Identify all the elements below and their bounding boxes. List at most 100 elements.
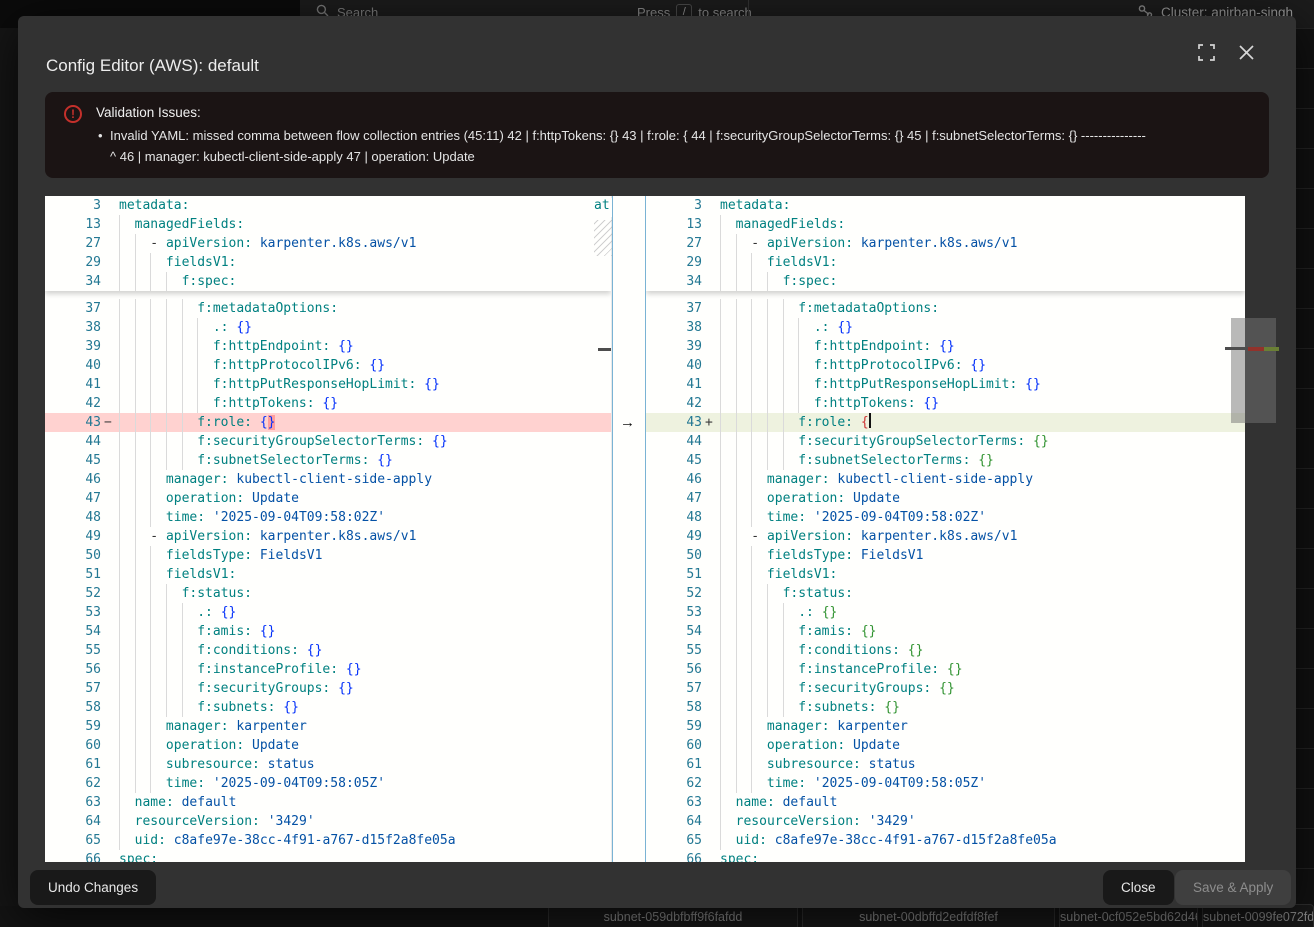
token: time: xyxy=(166,776,213,791)
code-line-47[interactable]: 47operation: Update xyxy=(646,489,1245,508)
code-line-60[interactable]: 60operation: Update xyxy=(646,736,1245,755)
code-line-40[interactable]: 40f:httpProtocolIPv6: {} xyxy=(646,356,1245,375)
token: f:subnets: xyxy=(197,700,283,715)
code-line-47[interactable]: 47operation: Update xyxy=(45,489,611,508)
code-line-46[interactable]: 46manager: kubectl-client-side-apply xyxy=(45,470,611,489)
diff-pane-modified[interactable]: 3metadata:13managedFields:27- apiVersion… xyxy=(646,196,1245,862)
code-line-55[interactable]: 55f:conditions: {} xyxy=(646,641,1245,660)
code-line-66[interactable]: 66spec: xyxy=(646,850,1245,862)
indent-guide xyxy=(736,508,752,527)
scrollbar-slider[interactable] xyxy=(1231,318,1276,423)
code-line-64[interactable]: 64resourceVersion: '3429' xyxy=(45,812,611,831)
token: time: xyxy=(767,510,814,525)
yaml-diff-editor[interactable]: 3metadata:13managedFields:27- apiVersion… xyxy=(45,196,1245,862)
indent-guide xyxy=(119,698,135,717)
token: manager: xyxy=(767,472,837,487)
code-line-38[interactable]: 38.: {} xyxy=(646,318,1245,337)
code-line-41[interactable]: 41f:httpPutResponseHopLimit: {} xyxy=(646,375,1245,394)
code-line-48[interactable]: 48time: '2025-09-04T09:58:02Z' xyxy=(45,508,611,527)
code-line-57[interactable]: 57f:securityGroups: {} xyxy=(646,679,1245,698)
code-line-58[interactable]: 58f:subnets: {} xyxy=(646,698,1245,717)
code-line-62[interactable]: 62time: '2025-09-04T09:58:05Z' xyxy=(45,774,611,793)
code-line-3[interactable]: 3metadata: xyxy=(45,196,611,215)
code-line-56[interactable]: 56f:instanceProfile: {} xyxy=(45,660,611,679)
line-number: 42 xyxy=(45,394,101,413)
code-line-61[interactable]: 61subresource: status xyxy=(45,755,611,774)
code-line-3[interactable]: 3metadata: xyxy=(646,196,1245,215)
token: metadata: xyxy=(119,198,189,213)
code-line-59[interactable]: 59manager: karpenter xyxy=(646,717,1245,736)
code-line-57[interactable]: 57f:securityGroups: {} xyxy=(45,679,611,698)
code-line-63[interactable]: 63name: default xyxy=(45,793,611,812)
code-line-50[interactable]: 50fieldsType: FieldsV1 xyxy=(45,546,611,565)
code-line-62[interactable]: 62time: '2025-09-04T09:58:05Z' xyxy=(646,774,1245,793)
code-line-38[interactable]: 38.: {} xyxy=(45,318,611,337)
close-icon[interactable] xyxy=(1239,45,1254,60)
code-line-66[interactable]: 66spec: xyxy=(45,850,611,862)
code-line-44[interactable]: 44f:securityGroupSelectorTerms: {} xyxy=(45,432,611,451)
code-line-39[interactable]: 39f:httpEndpoint: {} xyxy=(45,337,611,356)
code-line-34[interactable]: 34f:spec: xyxy=(45,272,611,291)
code-line-13[interactable]: 13managedFields: xyxy=(45,215,611,234)
code-line-34[interactable]: 34f:spec: xyxy=(646,272,1245,291)
indent-guide xyxy=(150,717,166,736)
indent-guide xyxy=(197,394,213,413)
indent-guide xyxy=(720,489,736,508)
code-line-60[interactable]: 60operation: Update xyxy=(45,736,611,755)
code-line-43[interactable]: 43−f:role: {} xyxy=(45,413,611,432)
undo-changes-button[interactable]: Undo Changes xyxy=(30,870,156,905)
revert-change-arrow[interactable]: → xyxy=(620,413,635,432)
code-line-53[interactable]: 53.: {} xyxy=(646,603,1245,622)
fullscreen-icon[interactable] xyxy=(1198,44,1215,61)
code-line-56[interactable]: 56f:instanceProfile: {} xyxy=(646,660,1245,679)
code-line-52[interactable]: 52f:status: xyxy=(45,584,611,603)
code-line-43[interactable]: 43+f:role: { xyxy=(646,413,1245,432)
code-line-51[interactable]: 51fieldsV1: xyxy=(646,565,1245,584)
close-button[interactable]: Close xyxy=(1103,870,1174,905)
token: f:spec: xyxy=(783,274,838,289)
code-line-45[interactable]: 45f:subnetSelectorTerms: {} xyxy=(45,451,611,470)
code-line-49[interactable]: 49- apiVersion: karpenter.k8s.aws/v1 xyxy=(45,527,611,546)
code-line-59[interactable]: 59manager: karpenter xyxy=(45,717,611,736)
code-line-40[interactable]: 40f:httpProtocolIPv6: {} xyxy=(45,356,611,375)
code-line-65[interactable]: 65uid: c8afe97e-38cc-4f91-a767-d15f2a8fe… xyxy=(646,831,1245,850)
code-line-65[interactable]: 65uid: c8afe97e-38cc-4f91-a767-d15f2a8fe… xyxy=(45,831,611,850)
code-line-53[interactable]: 53.: {} xyxy=(45,603,611,622)
code-body-right[interactable]: 37f:metadataOptions:38.: {}39f:httpEndpo… xyxy=(646,299,1245,862)
code-line-63[interactable]: 63name: default xyxy=(646,793,1245,812)
diff-pane-original[interactable]: 3metadata:13managedFields:27- apiVersion… xyxy=(45,196,612,862)
code-line-27[interactable]: 27- apiVersion: karpenter.k8s.aws/v1 xyxy=(45,234,611,253)
code-line-48[interactable]: 48time: '2025-09-04T09:58:02Z' xyxy=(646,508,1245,527)
code-line-13[interactable]: 13managedFields: xyxy=(646,215,1245,234)
code-line-39[interactable]: 39f:httpEndpoint: {} xyxy=(646,337,1245,356)
code-line-37[interactable]: 37f:metadataOptions: xyxy=(646,299,1245,318)
code-line-51[interactable]: 51fieldsV1: xyxy=(45,565,611,584)
code-line-29[interactable]: 29fieldsV1: xyxy=(45,253,611,272)
code-body-left[interactable]: 37f:metadataOptions:38.: {}39f:httpEndpo… xyxy=(45,299,611,862)
code-line-54[interactable]: 54f:amis: {} xyxy=(646,622,1245,641)
code-line-42[interactable]: 42f:httpTokens: {} xyxy=(45,394,611,413)
indent-guide xyxy=(767,641,783,660)
indent-guide xyxy=(736,717,752,736)
code-line-58[interactable]: 58f:subnets: {} xyxy=(45,698,611,717)
code-line-27[interactable]: 27- apiVersion: karpenter.k8s.aws/v1 xyxy=(646,234,1245,253)
code-line-50[interactable]: 50fieldsType: FieldsV1 xyxy=(646,546,1245,565)
code-line-64[interactable]: 64resourceVersion: '3429' xyxy=(646,812,1245,831)
code-line-54[interactable]: 54f:amis: {} xyxy=(45,622,611,641)
code-line-45[interactable]: 45f:subnetSelectorTerms: {} xyxy=(646,451,1245,470)
code-line-49[interactable]: 49- apiVersion: karpenter.k8s.aws/v1 xyxy=(646,527,1245,546)
code-line-52[interactable]: 52f:status: xyxy=(646,584,1245,603)
code-line-61[interactable]: 61subresource: status xyxy=(646,755,1245,774)
code-line-29[interactable]: 29fieldsV1: xyxy=(646,253,1245,272)
code-line-37[interactable]: 37f:metadataOptions: xyxy=(45,299,611,318)
line-number: 62 xyxy=(646,774,702,793)
save-apply-button[interactable]: Save & Apply xyxy=(1175,870,1291,905)
code-line-46[interactable]: 46manager: kubectl-client-side-apply xyxy=(646,470,1245,489)
line-number: 51 xyxy=(45,565,101,584)
code-line-44[interactable]: 44f:securityGroupSelectorTerms: {} xyxy=(646,432,1245,451)
code-line-41[interactable]: 41f:httpPutResponseHopLimit: {} xyxy=(45,375,611,394)
indent-guide xyxy=(182,660,198,679)
code-line-55[interactable]: 55f:conditions: {} xyxy=(45,641,611,660)
indent-guide xyxy=(736,698,752,717)
code-line-42[interactable]: 42f:httpTokens: {} xyxy=(646,394,1245,413)
